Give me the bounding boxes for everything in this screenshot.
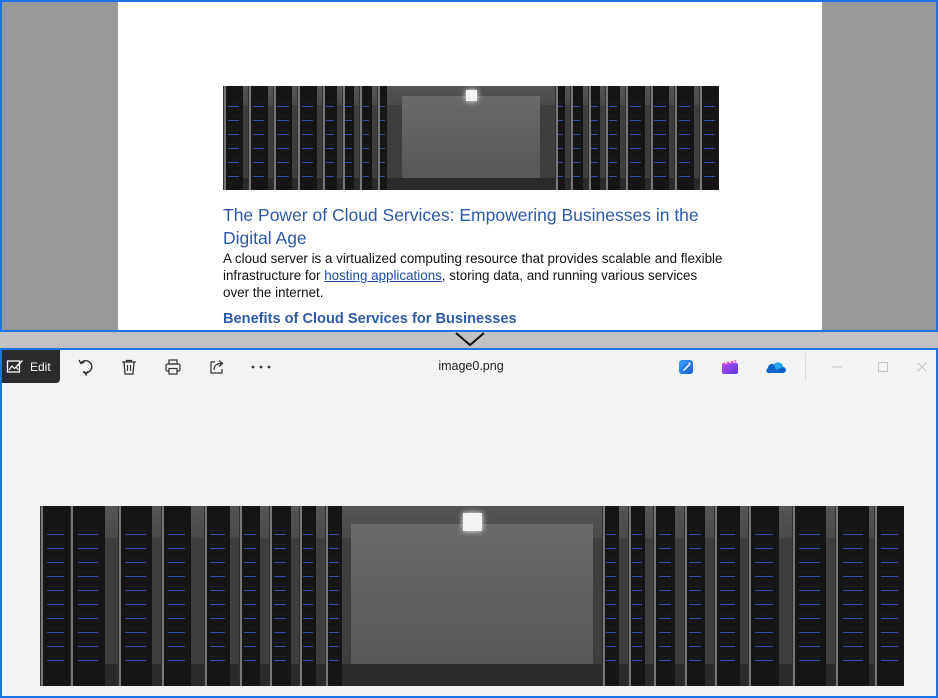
designer-button[interactable] [673, 355, 699, 379]
share-icon [210, 360, 224, 374]
viewer-toolbar: Edit image0.png [2, 350, 936, 384]
clipchamp-button[interactable] [717, 355, 743, 379]
delete-button[interactable] [116, 355, 142, 379]
share-button[interactable] [204, 355, 230, 379]
rotate-button[interactable] [73, 355, 99, 379]
clipchamp-icon [722, 360, 738, 374]
more-options-button[interactable] [248, 355, 274, 379]
document-preview-pane[interactable]: The Power of Cloud Services: Empowering … [0, 0, 938, 332]
delete-icon [122, 359, 136, 375]
onedrive-button[interactable] [760, 355, 790, 379]
toolbar-divider [805, 353, 806, 381]
chevron-down-icon[interactable] [454, 332, 486, 348]
close-icon [917, 362, 927, 372]
benefits-subheading: Benefits of Cloud Services for Businesse… [223, 311, 517, 327]
document-page: The Power of Cloud Services: Empowering … [118, 2, 822, 330]
minimize-button[interactable] [822, 355, 852, 379]
photo-viewer-pane[interactable]: Edit image0.png [0, 348, 938, 698]
print-button[interactable] [160, 355, 186, 379]
hosting-applications-link[interactable]: hosting applications [324, 268, 442, 283]
onedrive-icon [766, 362, 786, 374]
minimize-icon [832, 366, 842, 368]
pane-splitter[interactable] [0, 332, 938, 348]
designer-icon [679, 360, 693, 374]
maximize-icon [878, 362, 888, 372]
server-room-image [40, 506, 904, 686]
maximize-button[interactable] [868, 355, 898, 379]
print-icon [165, 359, 181, 375]
edit-button[interactable]: Edit [2, 350, 60, 383]
more-icon [251, 365, 271, 369]
article-intro-paragraph: A cloud server is a virtualized computin… [223, 250, 723, 301]
article-title: The Power of Cloud Services: Empowering … [223, 205, 699, 248]
rotate-icon [78, 359, 93, 377]
file-name: image0.png [438, 359, 504, 373]
edit-icon [6, 359, 23, 373]
edit-button-label: Edit [30, 359, 51, 374]
server-room-image [223, 86, 719, 190]
close-button[interactable] [910, 355, 934, 379]
